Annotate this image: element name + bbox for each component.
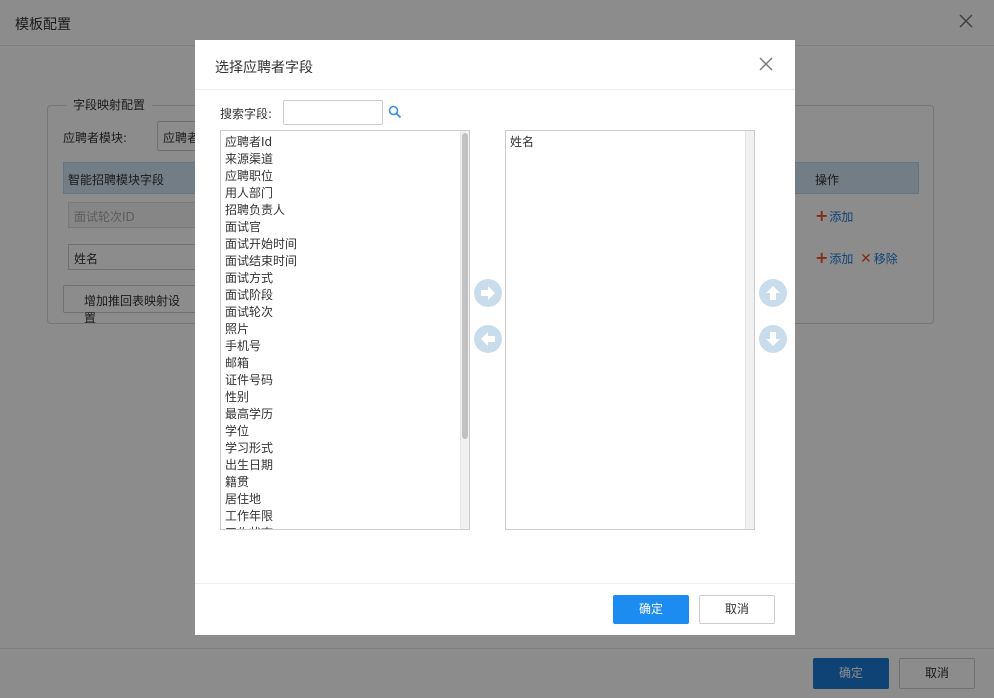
list-item[interactable]: 证件号码 (225, 372, 297, 389)
scrollbar[interactable] (460, 131, 469, 529)
list-item[interactable]: 工作年限 (225, 508, 297, 525)
list-item[interactable]: 工作状态 (225, 525, 297, 529)
list-item[interactable]: 学位 (225, 423, 297, 440)
list-item[interactable]: 面试方式 (225, 270, 297, 287)
scrollbar[interactable] (745, 131, 754, 529)
list-item[interactable]: 出生日期 (225, 457, 297, 474)
list-item[interactable]: 邮箱 (225, 355, 297, 372)
list-item[interactable]: 学习形式 (225, 440, 297, 457)
select-field-dialog: 选择应聘者字段 搜索字段: 应聘者Id 来源渠道 应聘职位 用人部门 招聘负责人 面试官面… (195, 40, 795, 635)
list-item[interactable]: 应聘职位 (225, 168, 297, 185)
list-item[interactable]: 用人部门 (225, 185, 297, 202)
list-item[interactable]: 照片 (225, 321, 297, 338)
arrow-left-icon[interactable] (474, 325, 502, 353)
available-fields-items: 应聘者Id 来源渠道 应聘职位 用人部门 招聘负责人 面试官 面试开始时间 面试结束时间 面试方… (225, 134, 297, 529)
list-item[interactable]: 面试官 (225, 219, 297, 236)
list-item[interactable]: 面试阶段 (225, 287, 297, 304)
confirm-button[interactable]: 确定 (613, 595, 689, 624)
list-item[interactable]: 居住地 (225, 491, 297, 508)
list-item[interactable]: 籍贯 (225, 474, 297, 491)
list-item[interactable]: 姓名 (510, 134, 534, 151)
cancel-button[interactable]: 取消 (699, 595, 775, 624)
list-item[interactable]: 招聘负责人 (225, 202, 297, 219)
dialog-title: 选择应聘者字段 (215, 60, 313, 76)
arrow-down-icon[interactable] (759, 325, 787, 353)
search-icon[interactable] (388, 105, 402, 119)
search-label: 搜索字段: (220, 107, 273, 121)
list-item[interactable]: 面试轮次 (225, 304, 297, 321)
available-fields-list[interactable]: 应聘者Id 来源渠道 应聘职位 用人部门 招聘负责人 面试官 面试开始时间 面试结束时间 面试方… (220, 130, 470, 530)
list-item[interactable]: 面试结束时间 (225, 253, 297, 270)
selected-fields-list[interactable]: 姓名 (505, 130, 755, 530)
close-icon[interactable] (758, 56, 774, 72)
search-input[interactable] (283, 100, 383, 125)
list-item[interactable]: 应聘者Id (225, 134, 297, 151)
list-item[interactable]: 来源渠道 (225, 151, 297, 168)
list-item[interactable]: 最高学历 (225, 406, 297, 423)
selected-fields-items: 姓名 (510, 134, 534, 151)
arrow-up-icon[interactable] (759, 279, 787, 307)
list-item[interactable]: 面试开始时间 (225, 236, 297, 253)
arrow-right-icon[interactable] (474, 279, 502, 307)
list-item[interactable]: 手机号 (225, 338, 297, 355)
scrollbar-thumb[interactable] (462, 133, 468, 439)
list-item[interactable]: 性别 (225, 389, 297, 406)
